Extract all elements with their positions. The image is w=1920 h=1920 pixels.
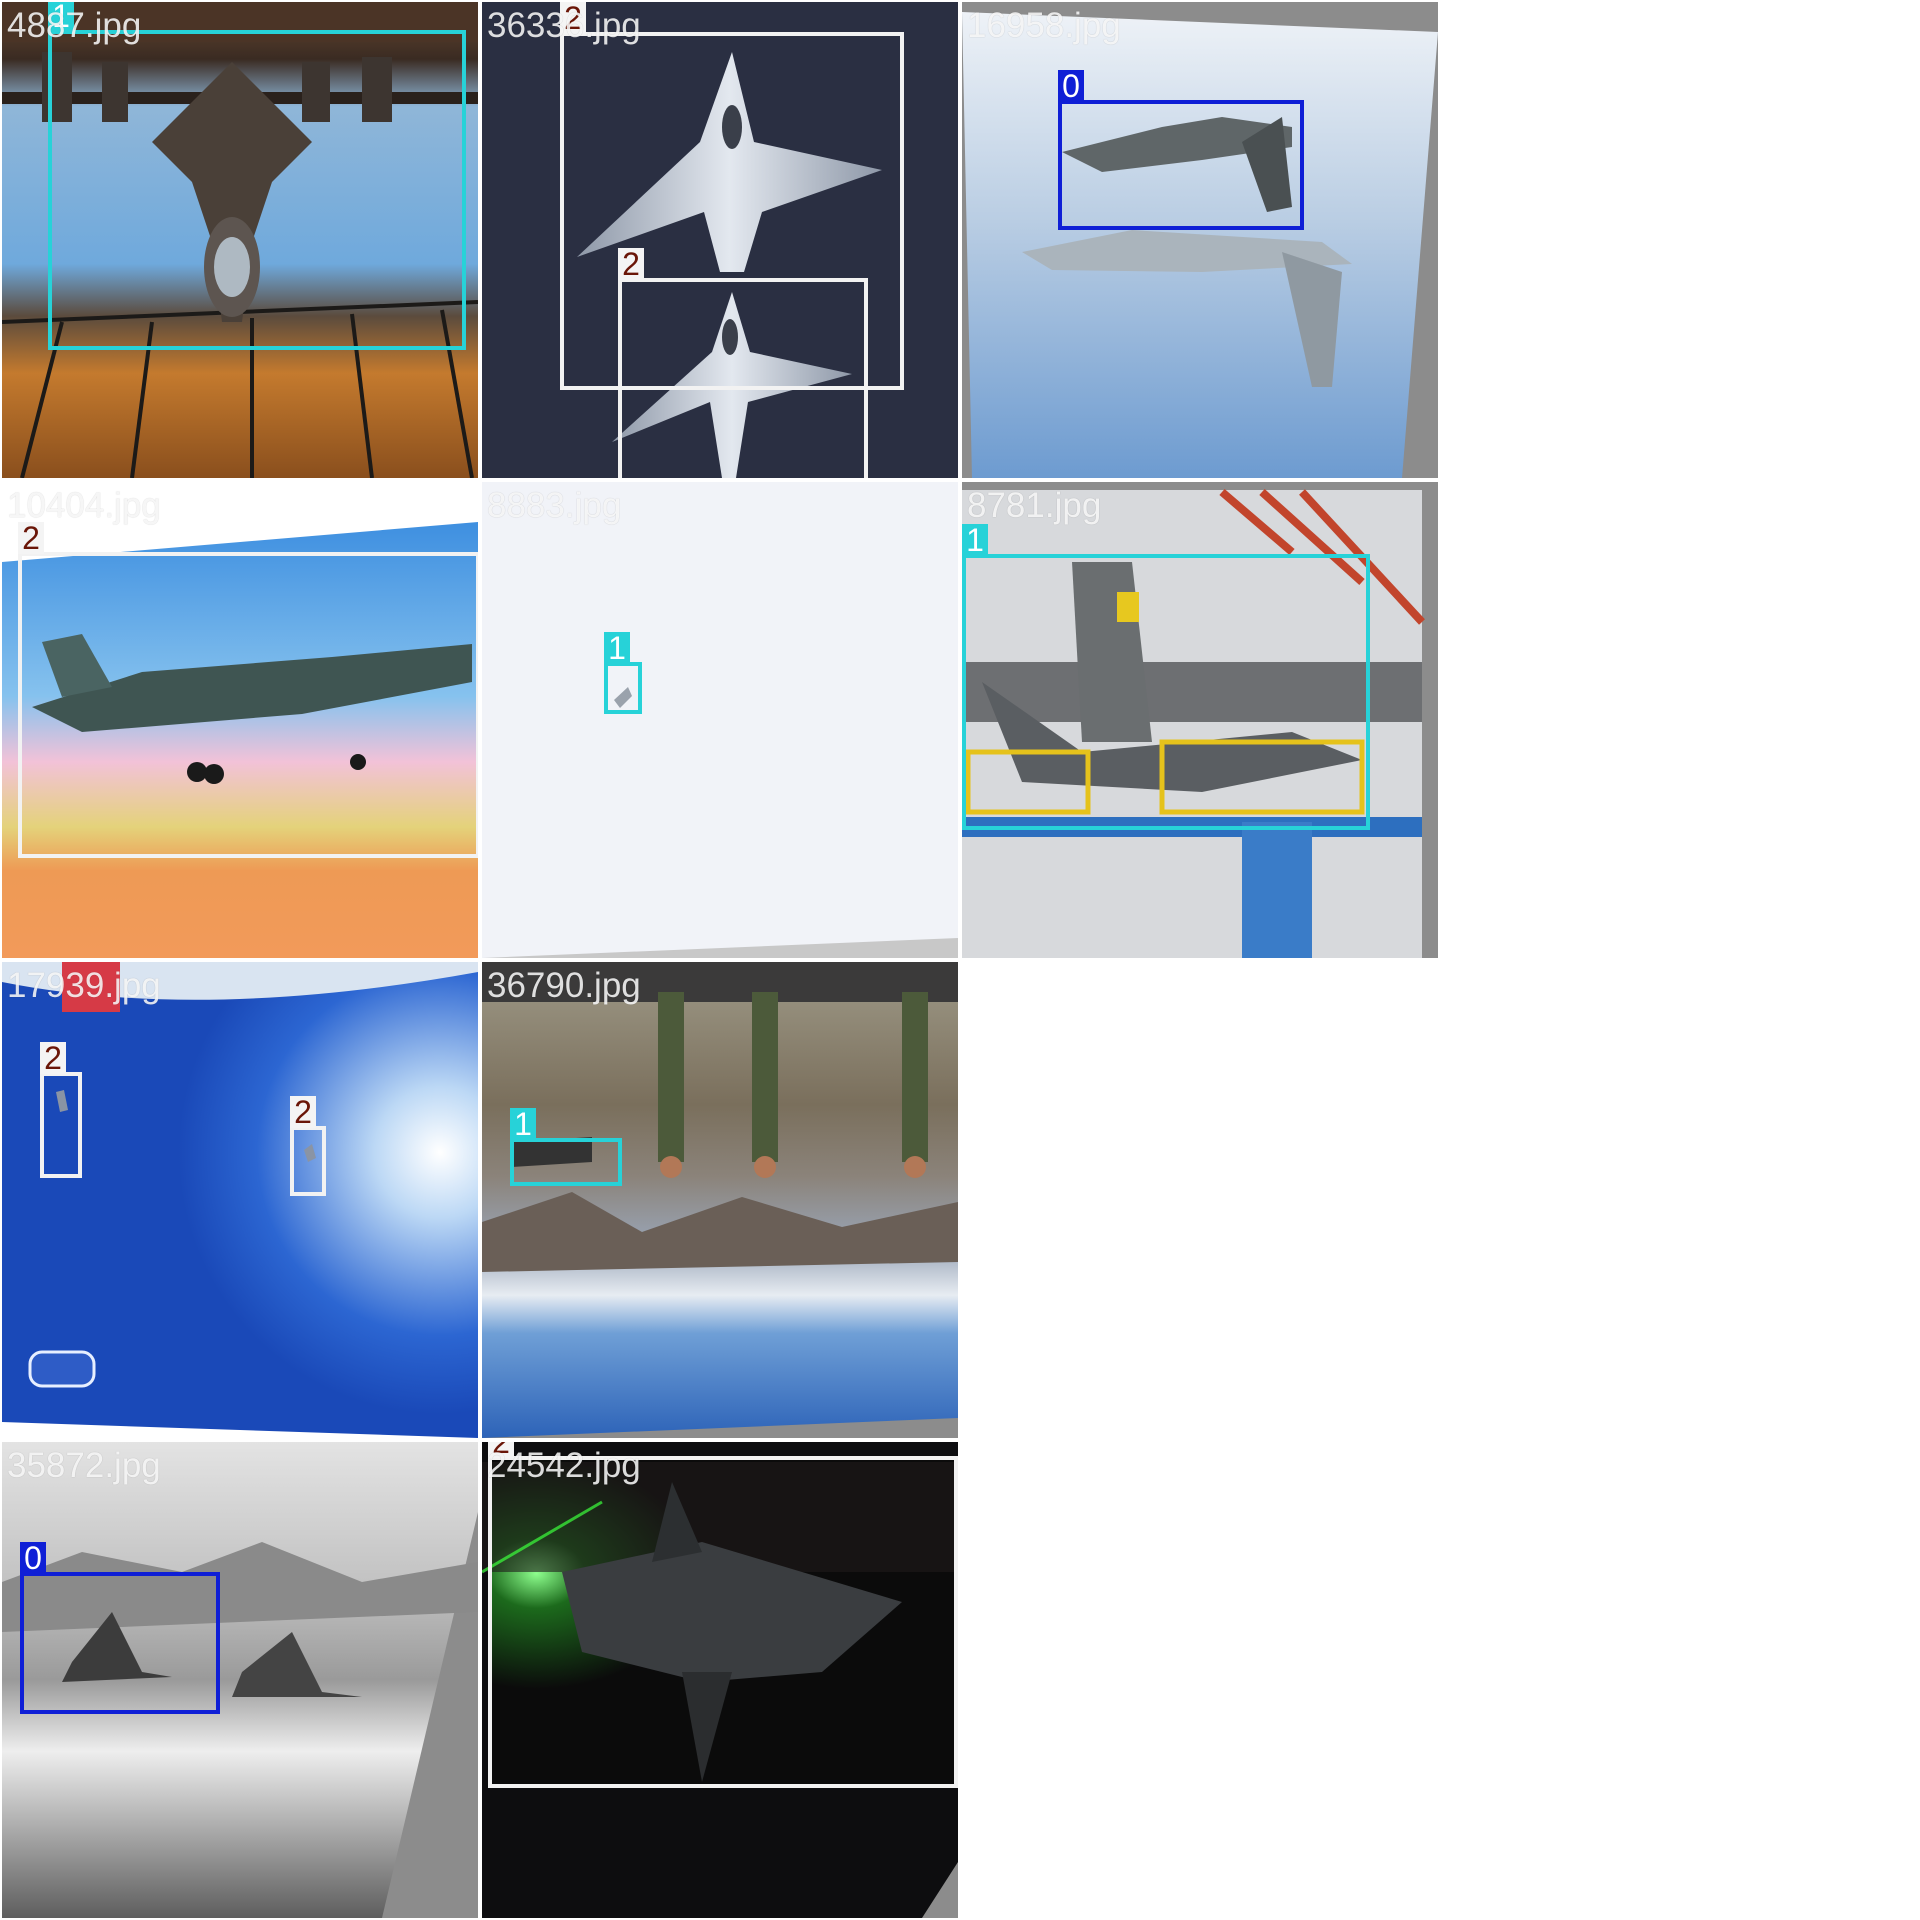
bbox-class-2: 2 <box>290 1096 326 1196</box>
image-filename: 24542.jpg <box>487 1446 641 1485</box>
detection-mosaic: 1 4887.jpg 2 2 36336.jpg 0 16958.jpg 2 1… <box>0 0 1920 1920</box>
bbox-class-0: 0 <box>1058 70 1304 230</box>
photo-jets-over-ocean <box>2 962 478 1438</box>
image-filename: 8781.jpg <box>967 486 1102 525</box>
photo-escort-flight <box>962 2 1438 478</box>
bbox-class-2: 2 <box>40 1042 82 1178</box>
bbox-class-0: 0 <box>20 1542 220 1714</box>
bbox-label: 2 <box>290 1096 316 1128</box>
image-filename: 16958.jpg <box>967 6 1121 45</box>
tile-10404: 2 10404.jpg <box>2 482 478 958</box>
bbox-label: 1 <box>604 632 630 664</box>
bbox-label: 1 <box>962 524 988 556</box>
bbox-label: 0 <box>20 1542 46 1574</box>
tile-36790: 1 36790.jpg <box>482 962 958 1438</box>
tile-8781: 1 8781.jpg <box>962 482 1438 958</box>
bbox-label: 2 <box>40 1042 66 1074</box>
image-filename: 8883.jpg <box>487 486 622 525</box>
bbox-label: 1 <box>510 1108 536 1140</box>
bbox-class-1: 1 <box>48 2 466 350</box>
bbox-class-2: 2 <box>488 1442 958 1788</box>
image-filename: 35872.jpg <box>7 1446 161 1485</box>
image-filename: 10404.jpg <box>7 486 161 525</box>
tile-17939: 2 2 17939.jpg <box>2 962 478 1438</box>
tile-8883: 1 8883.jpg <box>482 482 958 958</box>
tile-24542: 2 24542.jpg <box>482 1442 958 1918</box>
bbox-class-1: 1 <box>962 524 1370 830</box>
image-filename: 4887.jpg <box>7 6 142 45</box>
bbox-label: 2 <box>618 248 644 280</box>
bbox-label: 0 <box>1058 70 1084 102</box>
photo-distant-jet-white-sky <box>482 482 958 958</box>
image-filename: 36790.jpg <box>487 966 641 1005</box>
bbox-class-1: 1 <box>510 1108 622 1186</box>
tile-16958: 0 16958.jpg <box>962 2 1438 478</box>
bbox-class-2: 2 <box>18 522 478 858</box>
tile-4887: 1 4887.jpg <box>2 2 478 478</box>
photo-pilots-upside-down <box>482 962 958 1438</box>
bbox-class-1: 1 <box>604 632 642 714</box>
tile-36336: 2 2 36336.jpg <box>482 2 958 478</box>
image-filename: 17939.jpg <box>7 966 161 1005</box>
bbox-label: 2 <box>18 522 44 554</box>
tile-35872: 0 35872.jpg <box>2 1442 478 1918</box>
image-filename: 36336.jpg <box>487 6 641 45</box>
bbox-class-2: 2 <box>618 248 868 478</box>
